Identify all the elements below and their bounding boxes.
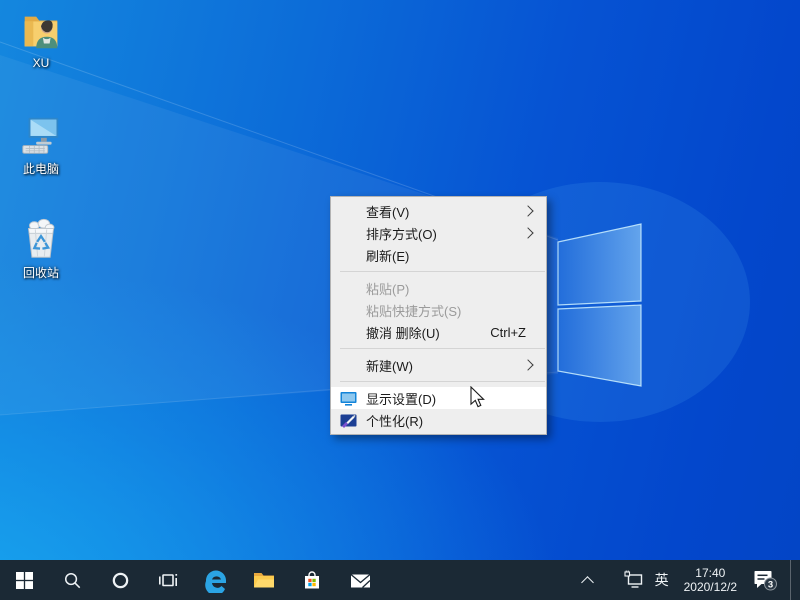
task-view-button[interactable] (144, 560, 192, 600)
menu-item-shortcut: Ctrl+Z (490, 325, 526, 340)
system-tray: 英 17:40 2020/12/2 3 (571, 560, 800, 600)
show-desktop-button[interactable] (790, 560, 800, 600)
chevron-up-icon (581, 576, 594, 589)
file-explorer-icon (252, 568, 276, 592)
menu-separator (340, 348, 545, 349)
menu-item-paste-shortcut: 粘贴快捷方式(S) (331, 299, 546, 321)
menu-separator (340, 271, 545, 272)
menu-item-view[interactable]: 查看(V) (331, 200, 546, 222)
mail-button[interactable] (336, 560, 384, 600)
store-icon (301, 569, 323, 591)
start-button[interactable] (0, 560, 48, 600)
search-icon (63, 571, 82, 590)
tray-time: 17:40 (684, 566, 737, 580)
menu-item-label: 查看(V) (366, 202, 409, 221)
edge-icon (203, 567, 229, 593)
windows-desktop: XU 此电脑 (0, 0, 800, 600)
submenu-arrow-icon (522, 227, 533, 238)
desktop-icon-label: 此电脑 (8, 160, 74, 177)
menu-item-label: 个性化(R) (366, 411, 423, 430)
task-view-icon (158, 570, 178, 590)
recycle-bin-icon (18, 216, 64, 262)
submenu-arrow-icon (522, 205, 533, 216)
user-folder-icon (18, 8, 64, 54)
network-tray-button[interactable] (619, 560, 649, 600)
desktop-icon-recycle-bin[interactable]: 回收站 (8, 216, 74, 281)
desktop-icon-this-pc[interactable]: 此电脑 (8, 112, 74, 177)
menu-item-label: 撤消 删除(U) (366, 323, 440, 342)
menu-item-label: 刷新(E) (366, 246, 409, 265)
tray-date: 2020/12/2 (684, 580, 737, 594)
menu-item-label: 粘贴快捷方式(S) (366, 301, 461, 320)
menu-item-personalize[interactable]: 个性化(R) (331, 409, 546, 431)
taskbar-buttons (0, 560, 384, 600)
desktop-icon-label: 回收站 (8, 264, 74, 281)
menu-item-label: 新建(W) (366, 356, 413, 375)
mail-icon (349, 569, 372, 592)
clock-tray-button[interactable]: 17:40 2020/12/2 (675, 560, 746, 600)
menu-item-paste: 粘贴(P) (331, 277, 546, 299)
edge-button[interactable] (192, 560, 240, 600)
this-pc-icon (18, 112, 64, 158)
search-button[interactable] (48, 560, 96, 600)
menu-item-refresh[interactable]: 刷新(E) (331, 244, 546, 266)
taskbar: 英 17:40 2020/12/2 3 (0, 560, 800, 600)
menu-item-display-settings[interactable]: 显示设置(D) (331, 387, 546, 409)
action-center-icon: 3 (753, 569, 778, 592)
input-language-indicator[interactable]: 英 (649, 560, 675, 600)
menu-item-label: 排序方式(O) (366, 224, 437, 243)
notification-count-badge: 3 (767, 579, 772, 590)
store-button[interactable] (288, 560, 336, 600)
cortana-icon (111, 571, 130, 590)
desktop-icon-label: XU (8, 56, 74, 70)
display-settings-icon (340, 390, 357, 407)
desktop-context-menu: 查看(V) 排序方式(O) 刷新(E) 粘贴(P) 粘贴快捷方式(S) 撤消 删… (330, 196, 547, 435)
action-center-button[interactable]: 3 (746, 560, 784, 600)
desktop-icon-user-folder[interactable]: XU (8, 8, 74, 70)
desktop-wallpaper[interactable]: XU 此电脑 (0, 0, 800, 560)
submenu-arrow-icon (522, 359, 533, 370)
menu-item-label: 显示设置(D) (366, 389, 436, 408)
windows-start-icon (16, 572, 33, 589)
menu-item-undo-delete[interactable]: 撤消 删除(U) Ctrl+Z (331, 321, 546, 343)
tray-expand-button[interactable] (571, 560, 605, 600)
personalize-icon (340, 412, 357, 429)
menu-item-label: 粘贴(P) (366, 279, 409, 298)
menu-item-sort-by[interactable]: 排序方式(O) (331, 222, 546, 244)
menu-separator (340, 381, 545, 382)
file-explorer-button[interactable] (240, 560, 288, 600)
cortana-button[interactable] (96, 560, 144, 600)
windows-logo-bottom-pane (558, 305, 641, 386)
menu-item-new[interactable]: 新建(W) (331, 354, 546, 376)
ethernet-network-icon (624, 570, 644, 590)
